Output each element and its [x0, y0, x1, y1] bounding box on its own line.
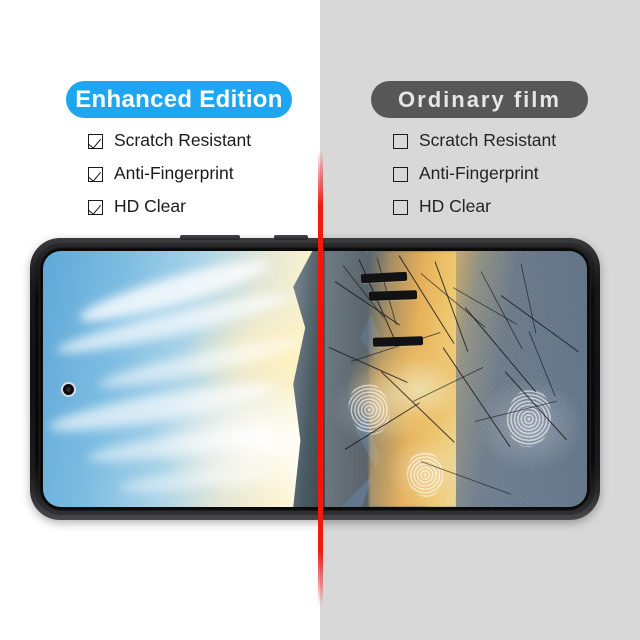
- feature-label: Scratch Resistant: [114, 130, 252, 151]
- feature-row: Scratch Resistant: [393, 126, 556, 156]
- feature-row: HD Clear: [88, 192, 251, 222]
- checkbox-unchecked-icon: [393, 166, 408, 182]
- feature-row: Scratch Resistant: [88, 126, 251, 156]
- product-comparison-image: Enhanced Edition Scratch Resistant Anti-…: [0, 0, 640, 640]
- feature-list-ordinary: Scratch Resistant Anti-Fingerprint HD Cl…: [393, 126, 556, 225]
- volume-button-icon: [180, 235, 240, 240]
- checkbox-unchecked-icon: [393, 199, 408, 215]
- feature-label: Scratch Resistant: [419, 130, 557, 151]
- comparison-divider-line: [318, 150, 323, 606]
- badge-ordinary-film: Ordinary film: [371, 81, 588, 118]
- damaged-screen-overlay: [325, 251, 587, 507]
- feature-row: Anti-Fingerprint: [88, 159, 251, 189]
- checkbox-unchecked-icon: [393, 133, 408, 149]
- checkbox-checked-icon: [88, 166, 103, 182]
- feature-row: HD Clear: [393, 192, 556, 222]
- phone-screen: [43, 251, 587, 507]
- punch-hole-camera-icon: [61, 382, 76, 397]
- feature-label: Anti-Fingerprint: [419, 163, 539, 184]
- badge-enhanced-edition: Enhanced Edition: [66, 81, 292, 118]
- feature-list-enhanced: Scratch Resistant Anti-Fingerprint HD Cl…: [88, 126, 251, 225]
- power-button-icon: [274, 235, 308, 240]
- feature-label: HD Clear: [114, 196, 186, 217]
- checkbox-checked-icon: [88, 199, 103, 215]
- checkbox-checked-icon: [88, 133, 103, 149]
- feature-label: HD Clear: [419, 196, 491, 217]
- feature-label: Anti-Fingerprint: [114, 163, 234, 184]
- smartphone-device: [30, 235, 600, 520]
- feature-row: Anti-Fingerprint: [393, 159, 556, 189]
